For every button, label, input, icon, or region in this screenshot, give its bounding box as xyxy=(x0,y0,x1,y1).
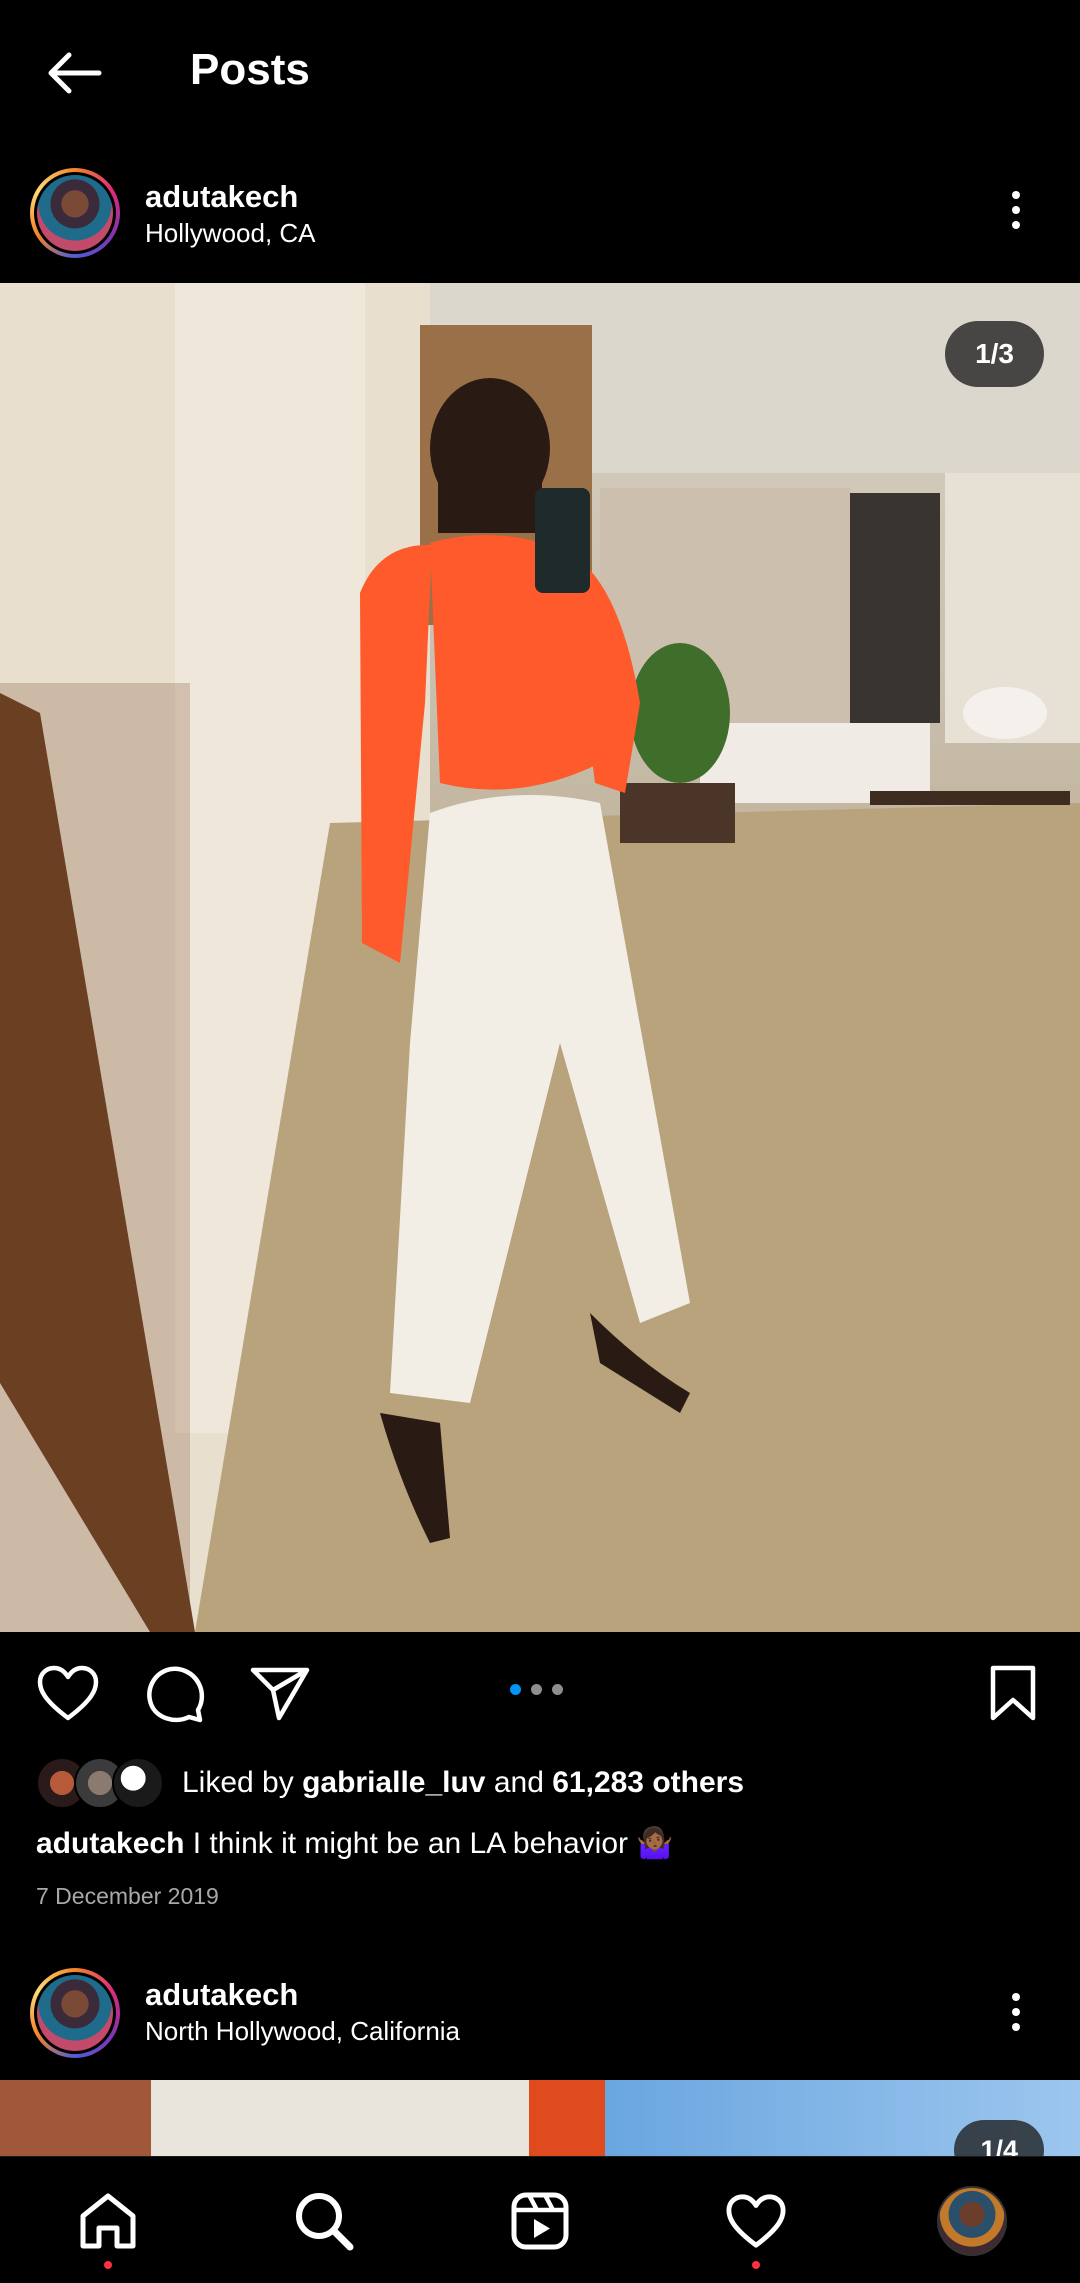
post-photo-illustration xyxy=(0,283,1080,1632)
top-bar: Posts xyxy=(0,0,1080,140)
search-icon xyxy=(296,2193,354,2251)
avatar[interactable] xyxy=(30,1968,120,2058)
more-options-button[interactable] xyxy=(996,1982,1036,2042)
nav-home[interactable] xyxy=(68,2181,148,2269)
carousel-dot xyxy=(552,1684,563,1695)
avatar-image xyxy=(37,1975,113,2051)
liker-avatar xyxy=(112,1757,164,1809)
liked-by-username[interactable]: gabrialle_luv xyxy=(302,1766,485,1799)
notification-dot xyxy=(104,2261,112,2269)
nav-profile[interactable] xyxy=(932,2181,1012,2261)
paper-plane-icon xyxy=(250,1667,310,1721)
nav-reels[interactable] xyxy=(500,2181,580,2261)
post-location[interactable]: Hollywood, CA xyxy=(145,216,316,250)
profile-avatar xyxy=(937,2186,1007,2256)
heart-icon xyxy=(37,1665,99,1721)
nav-activity[interactable] xyxy=(716,2181,796,2269)
bookmark-icon xyxy=(990,1665,1036,1721)
likes-summary[interactable]: Liked by gabrialle_luv and 61,283 others xyxy=(36,1756,744,1810)
home-icon xyxy=(80,2193,136,2249)
arrow-left-icon xyxy=(48,52,102,94)
more-options-button[interactable] xyxy=(996,180,1036,240)
share-button[interactable] xyxy=(246,1660,314,1726)
caption-username[interactable]: adutakech xyxy=(36,1827,184,1860)
nav-search[interactable] xyxy=(284,2181,364,2261)
carousel-dot-active xyxy=(510,1684,521,1695)
post-caption: adutakech I think it might be an LA beha… xyxy=(36,1822,674,1866)
avatar-image xyxy=(37,175,113,251)
likes-text: Liked by gabrialle_luv and 61,283 others xyxy=(182,1766,745,1799)
media-counter: 1/4 xyxy=(954,2120,1044,2156)
avatar[interactable] xyxy=(30,168,120,258)
post-username[interactable]: adutakech xyxy=(145,1976,298,2014)
reels-icon xyxy=(511,2192,569,2250)
comment-icon xyxy=(147,1666,205,1723)
post-header: adutakech North Hollywood, California xyxy=(0,1946,1080,2086)
carousel-indicator xyxy=(510,1684,563,1695)
post-header: adutakech Hollywood, CA xyxy=(0,140,1080,280)
save-button[interactable] xyxy=(980,1660,1046,1726)
activity-heart-icon xyxy=(726,2194,786,2248)
notification-dot xyxy=(752,2261,760,2269)
bottom-navigation xyxy=(0,2156,1080,2283)
caption-text: I think it might be an LA behavior 🤷🏾‍♀️ xyxy=(184,1827,674,1860)
back-button[interactable] xyxy=(36,38,110,108)
more-vertical-icon xyxy=(1012,191,1020,199)
post-username[interactable]: adutakech xyxy=(145,178,298,216)
page-title: Posts xyxy=(190,45,310,94)
media-counter: 1/3 xyxy=(945,321,1044,387)
more-vertical-icon xyxy=(1012,1993,1020,2001)
comment-button[interactable] xyxy=(140,1660,208,1726)
post-image[interactable]: 1/4 xyxy=(0,2080,1080,2156)
likes-others-count[interactable]: 61,283 others xyxy=(552,1766,744,1799)
post-date: 7 December 2019 xyxy=(36,1883,219,1909)
like-button[interactable] xyxy=(34,1660,102,1726)
carousel-dot xyxy=(531,1684,542,1695)
post-image[interactable]: 1/3 xyxy=(0,283,1080,1632)
post-location[interactable]: North Hollywood, California xyxy=(145,2014,460,2048)
